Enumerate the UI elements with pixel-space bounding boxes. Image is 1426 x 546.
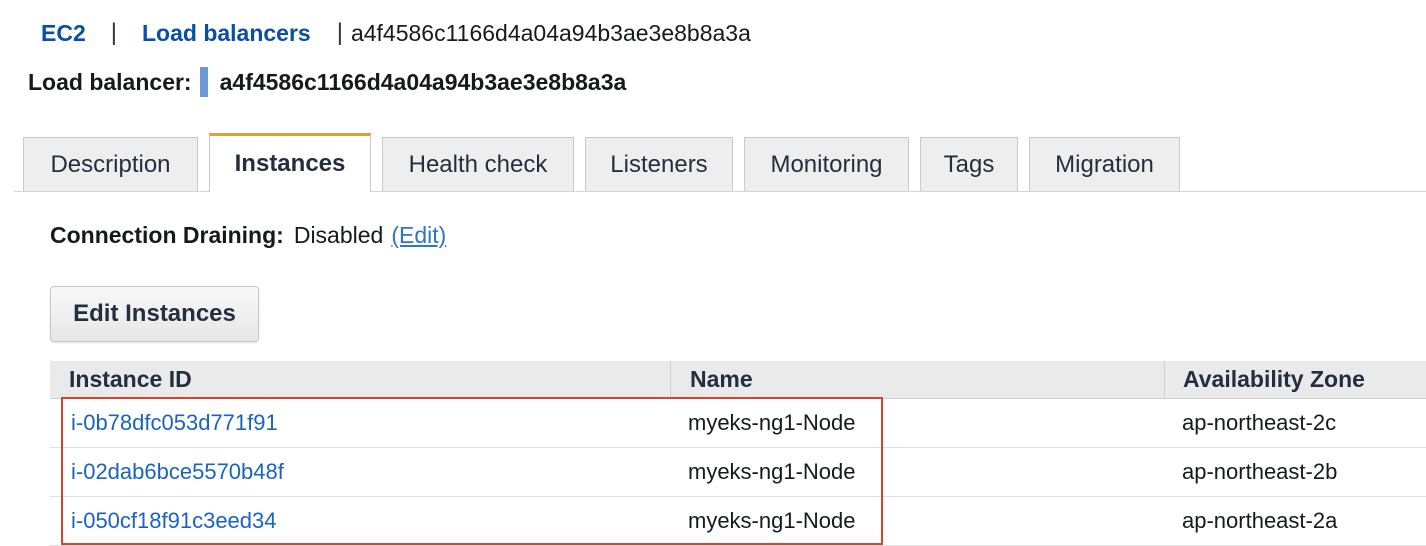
breadcrumb: EC2 | Load balancers | a4f4586c1166d4a04… — [41, 14, 751, 52]
tab-description[interactable]: Description — [23, 137, 198, 191]
column-header-instance-id[interactable]: Instance ID — [50, 361, 670, 398]
breadcrumb-current: a4f4586c1166d4a04a94b3ae3e8b8a3a — [350, 19, 751, 46]
load-balancer-name: a4f4586c1166d4a04a94b3ae3e8b8a3a — [219, 68, 627, 95]
instance-name: myeks-ng1-Node — [688, 508, 856, 533]
instances-table: Instance ID Name Availability Zone i-0b7… — [50, 361, 1426, 546]
column-header-name[interactable]: Name — [670, 361, 1164, 398]
title-marker — [199, 67, 208, 97]
tab-listeners[interactable]: Listeners — [585, 137, 733, 191]
instance-id-link[interactable]: i-050cf18f91c3eed34 — [71, 497, 277, 545]
instance-name: myeks-ng1-Node — [688, 410, 856, 435]
breadcrumb-separator: | — [336, 19, 343, 46]
tab-migration[interactable]: Migration — [1029, 137, 1180, 191]
instance-zone: ap-northeast-2b — [1182, 459, 1338, 484]
column-header-availability-zone[interactable]: Availability Zone — [1164, 361, 1426, 398]
page-title: Load balancer: a4f4586c1166d4a04a94b3ae3… — [28, 63, 626, 101]
instance-name: myeks-ng1-Node — [688, 459, 856, 484]
tab-instances[interactable]: Instances — [209, 133, 371, 192]
edit-instances-button[interactable]: Edit Instances — [50, 286, 259, 342]
breadcrumb-separator: | — [110, 19, 117, 46]
instance-id-link[interactable]: i-02dab6bce5570b48f — [71, 448, 284, 496]
instance-zone: ap-northeast-2a — [1182, 508, 1338, 533]
breadcrumb-ec2-link[interactable]: EC2 — [41, 20, 86, 47]
instance-id-link[interactable]: i-0b78dfc053d771f91 — [71, 399, 278, 447]
connection-draining-edit-link[interactable]: (Edit) — [391, 222, 446, 249]
connection-draining-value: Disabled — [293, 221, 384, 248]
table-row: i-050cf18f91c3eed34 myeks-ng1-Node ap-no… — [50, 497, 1426, 546]
tab-health-check[interactable]: Health check — [382, 137, 574, 191]
table-row: i-02dab6bce5570b48f myeks-ng1-Node ap-no… — [50, 448, 1426, 497]
page: EC2 | Load balancers | a4f4586c1166d4a04… — [0, 0, 1426, 546]
tab-tags[interactable]: Tags — [920, 137, 1018, 191]
connection-draining-label: Connection Draining: — [50, 221, 284, 248]
instance-zone: ap-northeast-2c — [1182, 410, 1337, 435]
load-balancer-label: Load balancer: — [28, 68, 192, 95]
connection-draining: Connection Draining: Disabled (Edit) — [50, 218, 446, 252]
breadcrumb-load-balancers-link[interactable]: Load balancers — [142, 20, 311, 47]
table-header: Instance ID Name Availability Zone — [50, 361, 1426, 399]
tab-monitoring[interactable]: Monitoring — [744, 137, 909, 191]
table-row: i-0b78dfc053d771f91 myeks-ng1-Node ap-no… — [50, 399, 1426, 448]
